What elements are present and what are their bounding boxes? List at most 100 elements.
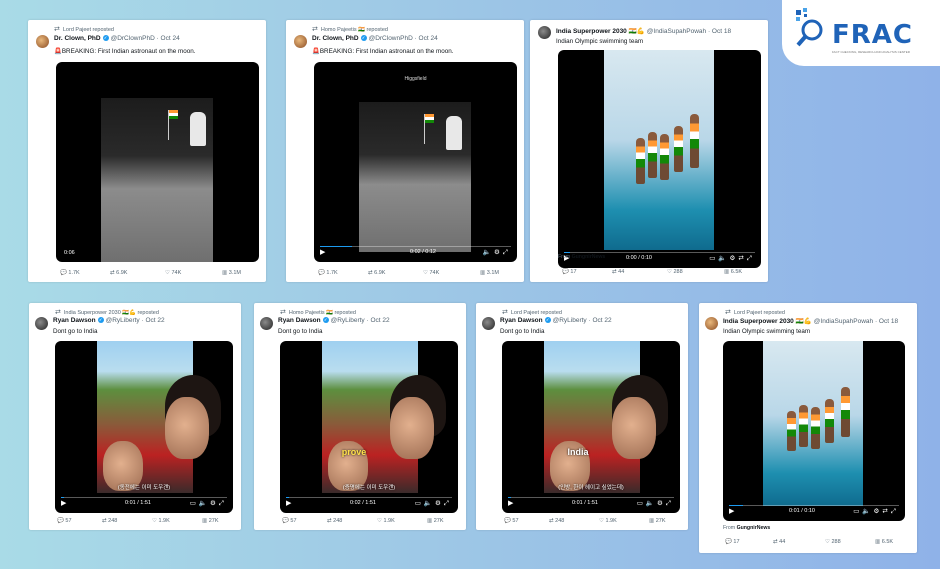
avatar[interactable]: [260, 317, 273, 330]
progress-bar[interactable]: [729, 504, 899, 506]
indian-flag: [169, 110, 178, 119]
tweet-card[interactable]: ⇄ India Superpower 2030 🇮🇳💪 reposted Ryan…: [29, 303, 241, 530]
repost-button[interactable]: ⇄ 248: [102, 518, 117, 524]
views-button[interactable]: ▥ 27K: [202, 518, 219, 524]
repost-button[interactable]: ⇄ 6.9K: [368, 270, 385, 276]
repost-button[interactable]: ⇄ 248: [549, 518, 564, 524]
views-button[interactable]: ▥ 3.1M: [222, 270, 241, 276]
repost-icon: ⇄: [54, 26, 60, 33]
progress-bar[interactable]: [286, 496, 452, 498]
video-player[interactable]: Higgsfield ▶ 0:02 / 0:12 🔈⚙⤢: [314, 62, 517, 262]
reply-button[interactable]: 💬 17: [725, 539, 740, 545]
tweet-card[interactable]: ⇄ Lord Pajeet reposted Ryan Dawson ✓ @RyLib…: [476, 303, 688, 530]
tweet-card[interactable]: India Superpower 2030 🇮🇳💪 @IndiaSupahPowa…: [530, 20, 768, 282]
repost-button[interactable]: ⇄ 248: [327, 518, 342, 524]
play-icon[interactable]: ▶: [729, 507, 734, 515]
video-controls: ▶ 0:01 / 1:51 ▭🔈⚙⤢: [61, 499, 227, 509]
avatar[interactable]: [482, 317, 495, 330]
repost-icon: ⇄: [502, 309, 508, 316]
video-time: 0:00 / 0:10: [626, 255, 652, 261]
views-button[interactable]: ▥ 27K: [427, 518, 444, 524]
progress-bar[interactable]: [61, 496, 227, 498]
repost-line: ⇄ India Superpower 2030 🇮🇳💪 reposted: [55, 309, 159, 316]
watermark: Higgsfield: [404, 76, 427, 82]
tweet-text: Dont go to India: [500, 328, 545, 335]
progress-bar[interactable]: [320, 245, 511, 247]
tweet-card[interactable]: ⇄ Lord Pajeet reposted Dr. Clown, PhD ✓ @Dr…: [28, 20, 266, 282]
source-attribution[interactable]: From GungnirNews: [558, 254, 605, 260]
like-button[interactable]: ♡ 74K: [423, 270, 439, 276]
source-attribution[interactable]: From GungnirNews: [723, 525, 770, 531]
action-bar: 💬 57 ⇄ 248 ♡ 1.9K ▥ 27K: [504, 518, 684, 526]
video-player[interactable]: ▶ 0:00 / 0:10 ▭🔈⚙⇄⤢: [558, 50, 761, 268]
tweet-card[interactable]: ⇄ Homo Pajeetis 🇮🇳 reposted Dr. Clown, Ph…: [286, 20, 524, 282]
author-line[interactable]: Ryan Dawson ✓ @RyLiberty · Oct 22: [53, 317, 165, 324]
author-line[interactable]: Dr. Clown, PhD ✓ @DrClownPhD · Oct 24: [312, 35, 438, 42]
play-icon[interactable]: ▶: [508, 499, 513, 507]
reply-button[interactable]: 💬 57: [282, 518, 297, 524]
verified-badge-icon: ✓: [102, 35, 109, 42]
player-icons[interactable]: ▭🔈⚙⤢: [637, 499, 674, 508]
repost-line: ⇄ Lord Pajeet reposted: [725, 309, 785, 316]
author-line[interactable]: Dr. Clown, PhD ✓ @DrClownPhD · Oct 24: [54, 35, 180, 42]
logo-text: FRAC: [832, 20, 913, 50]
author-line[interactable]: Ryan Dawson ✓ @RyLiberty · Oct 22: [500, 317, 612, 324]
views-button[interactable]: ▥ 6.5K: [724, 269, 742, 275]
avatar[interactable]: [705, 317, 718, 330]
like-button[interactable]: ♡ 288: [825, 539, 841, 545]
like-button[interactable]: ♡ 1.9K: [377, 518, 395, 524]
player-icons[interactable]: ▭🔈⚙⇄⤢: [709, 254, 755, 263]
video-controls: ▶ 0:01 / 1:51 ▭🔈⚙⤢: [508, 499, 674, 509]
avatar[interactable]: [35, 317, 48, 330]
reply-button[interactable]: 💬 57: [504, 518, 519, 524]
repost-line: ⇄ Homo Pajeetis 🇮🇳 reposted: [280, 309, 356, 316]
tweet-card[interactable]: ⇄ Lord Pajeet reposted India Superpower 2…: [699, 303, 917, 553]
repost-button[interactable]: ⇄ 44: [612, 269, 624, 275]
like-button[interactable]: ♡ 1.9K: [152, 518, 170, 524]
woman-face: [165, 397, 209, 459]
tweet-card[interactable]: ⇄ Homo Pajeetis 🇮🇳 reposted Ryan Dawson ✓ @…: [254, 303, 466, 530]
repost-button[interactable]: ⇄ 6.9K: [110, 270, 127, 276]
video-player[interactable]: India (인방, 한이 헤이고 싶었는데) ▶ 0:01 / 1:51 ▭🔈…: [502, 341, 680, 513]
player-icons[interactable]: ▭🔈⚙⇄⤢: [853, 507, 899, 516]
video-player[interactable]: (동전에는 이미 도우갠) ▶ 0:01 / 1:51 ▭🔈⚙⤢: [55, 341, 233, 513]
video-time: 0:06: [64, 250, 75, 256]
video-player[interactable]: prove (증명에는 이미 도우갠) ▶ 0:02 / 1:51 ▭🔈⚙⤢: [280, 341, 458, 513]
author-line[interactable]: India Superpower 2030 🇮🇳💪 @IndiaSupahPowa…: [556, 27, 731, 35]
logo-tagline: FACT CHECKING, RESEARCH AND ANALYSIS CEN…: [832, 50, 910, 54]
reply-button[interactable]: 💬 57: [57, 518, 72, 524]
player-icons[interactable]: ▭🔈⚙⤢: [190, 499, 227, 508]
action-bar: 💬 1.7K ⇄ 6.9K ♡ 74K ▥ 3.1M: [60, 270, 260, 278]
play-icon[interactable]: ▶: [286, 499, 291, 507]
play-icon[interactable]: ▶: [320, 248, 325, 256]
reply-button[interactable]: 💬 1.7K: [60, 270, 80, 276]
reply-button[interactable]: 💬 1.7K: [318, 270, 338, 276]
author-line[interactable]: India Superpower 2030 🇮🇳💪 @IndiaSupahPowa…: [723, 317, 898, 325]
tweet-text: Dont go to India: [53, 328, 98, 335]
like-button[interactable]: ♡ 1.9K: [599, 518, 617, 524]
avatar[interactable]: [36, 35, 49, 48]
progress-bar[interactable]: [508, 496, 674, 498]
repost-button[interactable]: ⇄ 44: [773, 539, 785, 545]
indian-flag: [425, 114, 434, 123]
avatar[interactable]: [538, 26, 551, 39]
avatar[interactable]: [294, 35, 307, 48]
views-button[interactable]: ▥ 27K: [649, 518, 666, 524]
video-player[interactable]: ▶ 0:01 / 0:10 ▭🔈⚙⇄⤢: [723, 341, 905, 521]
player-icons[interactable]: ▭🔈⚙⤢: [415, 499, 452, 508]
video-time: 0:01 / 0:10: [789, 508, 815, 514]
action-bar: 💬 57 ⇄ 248 ♡ 1.9K ▥ 27K: [282, 518, 462, 526]
video-player[interactable]: 0:06: [56, 62, 259, 262]
tweet-text: Dont go to India: [278, 328, 323, 335]
author-line[interactable]: Ryan Dawson ✓ @RyLiberty · Oct 22: [278, 317, 390, 324]
views-button[interactable]: ▥ 6.5K: [875, 539, 893, 545]
like-button[interactable]: ♡ 74K: [165, 270, 181, 276]
action-bar: 💬 57 ⇄ 248 ♡ 1.9K ▥ 27K: [57, 518, 237, 526]
progress-bar[interactable]: [564, 251, 755, 253]
like-button[interactable]: ♡ 288: [667, 269, 683, 275]
reply-button[interactable]: 💬 17: [562, 269, 577, 275]
play-icon[interactable]: ▶: [61, 499, 66, 507]
subtitle-word: prove: [341, 447, 367, 457]
views-button[interactable]: ▥ 3.1M: [480, 270, 499, 276]
player-icons[interactable]: 🔈⚙⤢: [483, 248, 511, 257]
